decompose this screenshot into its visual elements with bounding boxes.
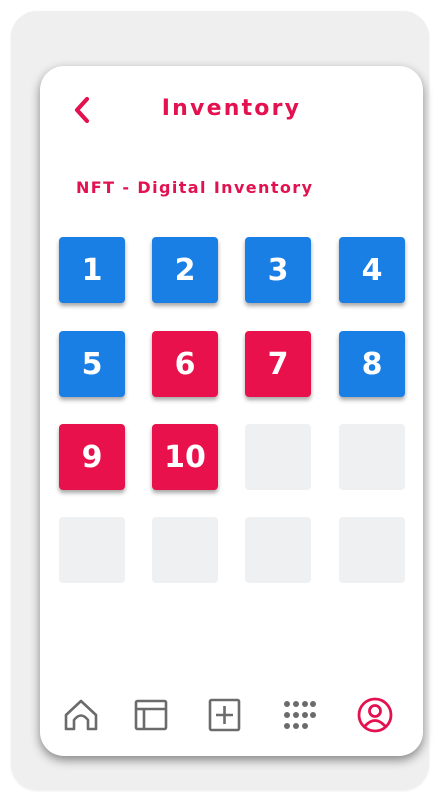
nav-layout-button[interactable] [132, 696, 170, 734]
app-screen: Inventory NFT - Digital Inventory 1 2 3 … [40, 66, 423, 756]
inventory-slot-empty [245, 424, 311, 490]
nav-add-button[interactable] [205, 696, 243, 734]
add-square-icon [208, 698, 241, 732]
home-icon [64, 699, 98, 731]
inventory-tile-5[interactable]: 5 [59, 331, 125, 397]
nav-apps-button[interactable] [280, 696, 318, 734]
inventory-slot-empty [339, 424, 405, 490]
phone-frame: Inventory NFT - Digital Inventory 1 2 3 … [11, 11, 429, 790]
inventory-slot-empty [59, 517, 125, 583]
section-subtitle: NFT - Digital Inventory [76, 178, 314, 197]
apps-grid-icon [284, 701, 316, 729]
layout-icon [134, 699, 168, 731]
nav-profile-button[interactable] [356, 696, 394, 734]
inventory-slot-empty [152, 517, 218, 583]
page-title: Inventory [161, 96, 302, 121]
inventory-tile-8[interactable]: 8 [339, 331, 405, 397]
inventory-tile-10[interactable]: 10 [152, 424, 218, 490]
inventory-tile-9[interactable]: 9 [59, 424, 125, 490]
inventory-tile-6[interactable]: 6 [152, 331, 218, 397]
nav-home-button[interactable] [62, 696, 100, 734]
inventory-tile-4[interactable]: 4 [339, 237, 405, 303]
inventory-tile-1[interactable]: 1 [59, 237, 125, 303]
inventory-tile-2[interactable]: 2 [152, 237, 218, 303]
inventory-tile-3[interactable]: 3 [245, 237, 311, 303]
inventory-slot-empty [339, 517, 405, 583]
inventory-slot-empty [245, 517, 311, 583]
user-profile-icon [357, 697, 393, 733]
inventory-tile-7[interactable]: 7 [245, 331, 311, 397]
